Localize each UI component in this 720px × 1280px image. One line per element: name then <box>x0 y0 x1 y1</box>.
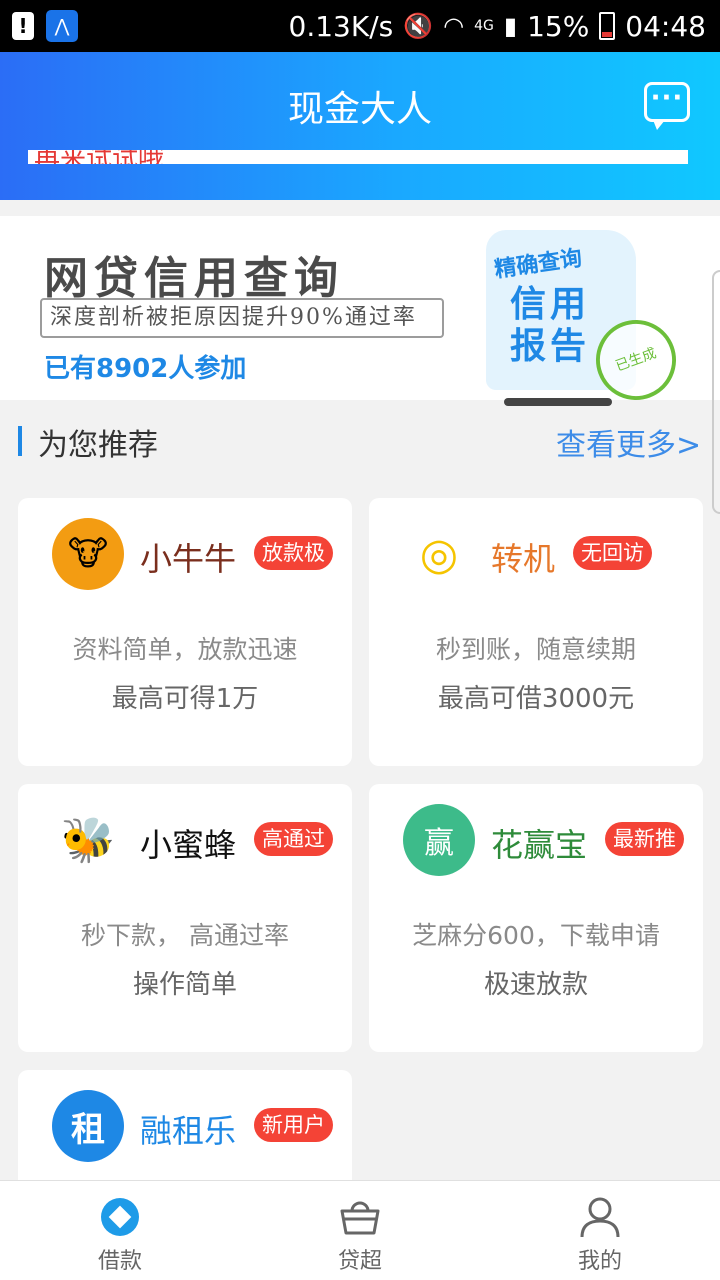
flower-logo-icon: 赢 <box>403 804 475 876</box>
report-main: 信用报告 <box>510 284 591 367</box>
card-badge: 最新推 <box>605 822 684 856</box>
card-name: 转机 <box>491 540 556 578</box>
loan-card-xiaoniuniu[interactable]: 🐮 小牛牛 放款极 资料简单，放款迅速 最高可得1万 <box>18 498 352 766</box>
participant-count: 已有8902人参加 <box>44 354 247 384</box>
clock: 04:48 <box>625 9 706 43</box>
signal-icon: ▮ <box>503 12 518 40</box>
loan-card-zhuanji[interactable]: ◎ 转机 无回访 秒到账，随意续期 最高可借3000元 <box>369 498 703 766</box>
user-icon <box>580 1197 620 1238</box>
side-scroll-handle[interactable] <box>712 270 720 514</box>
swirl-logo-icon: ◎ <box>403 518 475 590</box>
wifi-icon: ◠ <box>443 12 465 40</box>
marquee-text: 再来试试哦 <box>34 150 164 164</box>
card-name: 小蜜蜂 <box>140 826 237 864</box>
section-title: 为您推荐 <box>38 428 158 463</box>
view-more-link[interactable]: 查看更多> <box>556 420 701 464</box>
nav-item-loan[interactable]: 借款 <box>0 1181 240 1280</box>
report-base <box>504 398 612 406</box>
bee-logo-icon: 🐝 <box>52 804 124 876</box>
card-badge: 新用户 <box>254 1108 333 1142</box>
section-accent-bar <box>18 426 22 456</box>
card-desc: 芝麻分600，下载申请 <box>412 921 660 950</box>
page-title: 现金大人 <box>287 89 432 130</box>
battery-percent: 15% <box>527 9 590 43</box>
card-limit: 极速放款 <box>483 970 588 1000</box>
message-icon[interactable] <box>644 82 690 130</box>
bull-logo-icon: 🐮 <box>52 518 124 590</box>
credit-report-illustration: 精确查询 信用报告 已生成 <box>486 230 688 412</box>
app-notification-icon: ⋀ <box>46 10 78 42</box>
basket-icon <box>340 1201 380 1235</box>
card-badge: 无回访 <box>573 536 652 570</box>
diamond-icon <box>101 1198 139 1236</box>
card-desc: 秒下款， 高通过率 <box>81 921 289 950</box>
card-name: 小牛牛 <box>140 540 237 578</box>
nav-label: 借款 <box>97 1249 142 1274</box>
banner-title: 网贷信用查询 <box>44 253 344 304</box>
battery-icon <box>599 12 616 40</box>
nav-label: 贷超 <box>337 1249 382 1274</box>
mute-icon: 🔇 <box>403 12 434 40</box>
net-speed: 0.13K/s <box>288 9 394 43</box>
card-badge: 高通过 <box>254 822 333 856</box>
card-limit: 最高可得1万 <box>111 684 259 714</box>
app-header: 现金大人 再来试试哦 <box>0 52 720 200</box>
alert-icon <box>12 12 34 40</box>
notice-marquee: 再来试试哦 <box>28 150 688 164</box>
network-type: 4G <box>474 18 494 34</box>
nav-item-mine[interactable]: 我的 <box>480 1181 720 1280</box>
card-badge: 放款极 <box>254 536 333 570</box>
loan-card-xiaomifeng[interactable]: 🐝 小蜜蜂 高通过 秒下款， 高通过率 操作简单 <box>18 784 352 1052</box>
card-name: 花赢宝 <box>491 826 588 864</box>
banner-subtitle: 深度剖析被拒原因提升90%通过率 <box>40 298 444 338</box>
card-desc: 资料简单，放款迅速 <box>72 635 298 664</box>
card-limit: 操作简单 <box>132 970 237 1000</box>
card-name: 融租乐 <box>140 1112 237 1150</box>
nav-item-market[interactable]: 贷超 <box>240 1181 480 1280</box>
rent-logo-icon: 租 <box>52 1090 124 1162</box>
bottom-nav: 借款 贷超 我的 <box>0 1180 720 1280</box>
credit-query-banner[interactable]: 网贷信用查询 深度剖析被拒原因提升90%通过率 已有8902人参加 精确查询 信… <box>0 216 720 412</box>
card-desc: 秒到账，随意续期 <box>435 635 636 664</box>
nav-label: 我的 <box>577 1249 622 1274</box>
status-bar: ⋀ 0.13K/s 🔇 ◠ 4G ▮ 15% 04:48 <box>0 0 720 52</box>
card-limit: 最高可借3000元 <box>437 684 635 714</box>
loan-card-huayingbao[interactable]: 赢 花赢宝 最新推 芝麻分600，下载申请 极速放款 <box>369 784 703 1052</box>
